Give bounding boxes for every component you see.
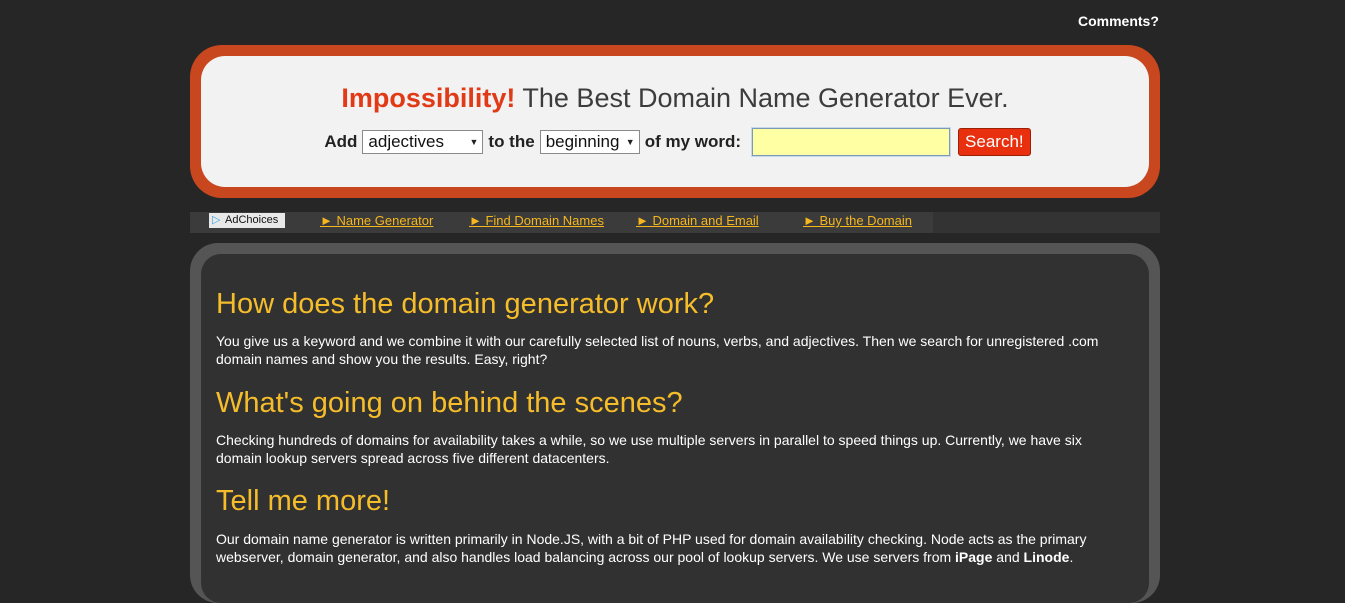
tagline: The Best Domain Name Generator Ever. — [522, 83, 1009, 113]
page-title: Impossibility! The Best Domain Name Gene… — [201, 83, 1149, 114]
section-heading-tell-me-more: Tell me more! — [216, 485, 391, 517]
content-panel: How does the domain generator work? You … — [190, 243, 1160, 603]
position-selected-value: beginning — [545, 132, 620, 151]
nav-link-buy-the-domain[interactable]: ► Buy the Domain — [803, 213, 912, 228]
adchoices-icon: ▷ — [212, 214, 221, 226]
nav-link-name-generator[interactable]: ► Name Generator — [320, 213, 433, 228]
search-panel: Impossibility! The Best Domain Name Gene… — [190, 45, 1160, 198]
section-heading-how-it-works: How does the domain generator work? — [216, 288, 715, 320]
section-heading-behind-scenes: What's going on behind the scenes? — [216, 387, 683, 419]
add-label: Add — [324, 132, 358, 151]
position-select[interactable]: beginning ▼ — [539, 130, 640, 154]
word-type-select[interactable]: adjectives ▼ — [362, 130, 484, 154]
brand-name: Impossibility! — [341, 83, 516, 113]
search-button[interactable]: Search! — [958, 128, 1031, 156]
section-body-behind-scenes: Checking hundreds of domains for availab… — [216, 432, 1082, 466]
dropdown-arrow-icon: ▼ — [625, 137, 635, 147]
host-linode: Linode — [1023, 549, 1070, 565]
tell-more-text-end: . — [1069, 549, 1074, 565]
of-my-word-label: of my word: — [644, 132, 742, 151]
content-panel-inner: How does the domain generator work? You … — [201, 254, 1149, 603]
nav-link-find-domain-names[interactable]: ► Find Domain Names — [469, 213, 604, 228]
dropdown-arrow-icon: ▼ — [469, 137, 479, 147]
nav-link-domain-and-email[interactable]: ► Domain and Email — [636, 213, 759, 228]
tell-more-text-and: and — [992, 549, 1024, 565]
host-ipage: iPage — [955, 549, 993, 565]
adchoices-label: AdChoices — [225, 214, 279, 226]
search-panel-inner: Impossibility! The Best Domain Name Gene… — [201, 56, 1149, 187]
adchoices-badge[interactable]: ▷ AdChoices — [209, 213, 285, 228]
section-body-how-it-works: You give us a keyword and we combine it … — [216, 333, 1099, 367]
to-the-label: to the — [488, 132, 535, 151]
word-type-selected-value: adjectives — [368, 132, 445, 151]
search-form: Add adjectives ▼ to the beginning ▼ of m… — [201, 127, 1149, 157]
keyword-input[interactable] — [751, 127, 952, 157]
nav-bar: ▷ AdChoices ► Name Generator ► Find Doma… — [190, 212, 1160, 233]
comments-link[interactable]: Comments? — [1078, 13, 1159, 29]
section-body-tell-me-more: Our domain name generator is written pri… — [216, 530, 1116, 566]
